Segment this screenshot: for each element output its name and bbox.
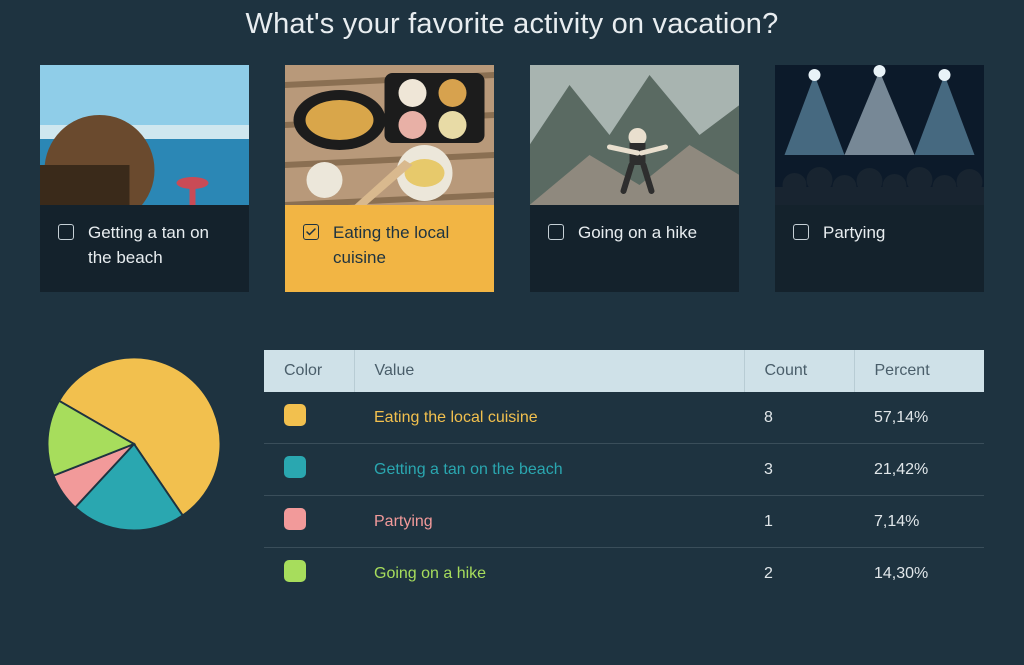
row-value: Eating the local cuisine <box>354 392 744 444</box>
row-percent: 7,14% <box>854 496 984 548</box>
row-color <box>264 496 354 548</box>
pie-chart <box>40 350 228 538</box>
option-label: Getting a tan on the beach <box>88 221 231 270</box>
option-label: Going on a hike <box>578 221 697 246</box>
row-count: 2 <box>744 548 854 600</box>
row-count: 8 <box>744 392 854 444</box>
table-row: Partying17,14% <box>264 496 984 548</box>
th-percent: Percent <box>854 350 984 392</box>
poll-question: What's your favorite activity on vacatio… <box>40 8 984 41</box>
option-cards: Getting a tan on the beach <box>40 65 984 292</box>
row-color <box>264 444 354 496</box>
color-swatch <box>284 404 306 426</box>
color-swatch <box>284 508 306 530</box>
results-section: Color Value Count Percent Eating the loc… <box>40 350 984 599</box>
option-image-hike <box>530 65 739 205</box>
row-value: Partying <box>354 496 744 548</box>
th-value: Value <box>354 350 744 392</box>
option-card-hike[interactable]: Going on a hike <box>530 65 739 292</box>
check-icon <box>305 226 317 238</box>
option-label: Eating the local cuisine <box>333 221 476 270</box>
row-count: 1 <box>744 496 854 548</box>
option-card-party[interactable]: Partying <box>775 65 984 292</box>
th-color: Color <box>264 350 354 392</box>
row-percent: 57,14% <box>854 392 984 444</box>
option-checkbox[interactable] <box>548 224 564 240</box>
option-checkbox[interactable] <box>58 224 74 240</box>
table-row: Going on a hike214,30% <box>264 548 984 600</box>
color-swatch <box>284 560 306 582</box>
row-value: Getting a tan on the beach <box>354 444 744 496</box>
row-percent: 21,42% <box>854 444 984 496</box>
row-count: 3 <box>744 444 854 496</box>
row-color <box>264 392 354 444</box>
table-row: Getting a tan on the beach321,42% <box>264 444 984 496</box>
row-percent: 14,30% <box>854 548 984 600</box>
row-color <box>264 548 354 600</box>
th-count: Count <box>744 350 854 392</box>
row-value: Going on a hike <box>354 548 744 600</box>
table-row: Eating the local cuisine857,14% <box>264 392 984 444</box>
option-image-party <box>775 65 984 205</box>
option-card-beach[interactable]: Getting a tan on the beach <box>40 65 249 292</box>
option-checkbox[interactable] <box>303 224 319 240</box>
option-image-food <box>285 65 494 205</box>
option-image-beach <box>40 65 249 205</box>
option-label: Partying <box>823 221 885 246</box>
option-checkbox[interactable] <box>793 224 809 240</box>
color-swatch <box>284 456 306 478</box>
results-table: Color Value Count Percent Eating the loc… <box>264 350 984 599</box>
option-card-food[interactable]: Eating the local cuisine <box>285 65 494 292</box>
